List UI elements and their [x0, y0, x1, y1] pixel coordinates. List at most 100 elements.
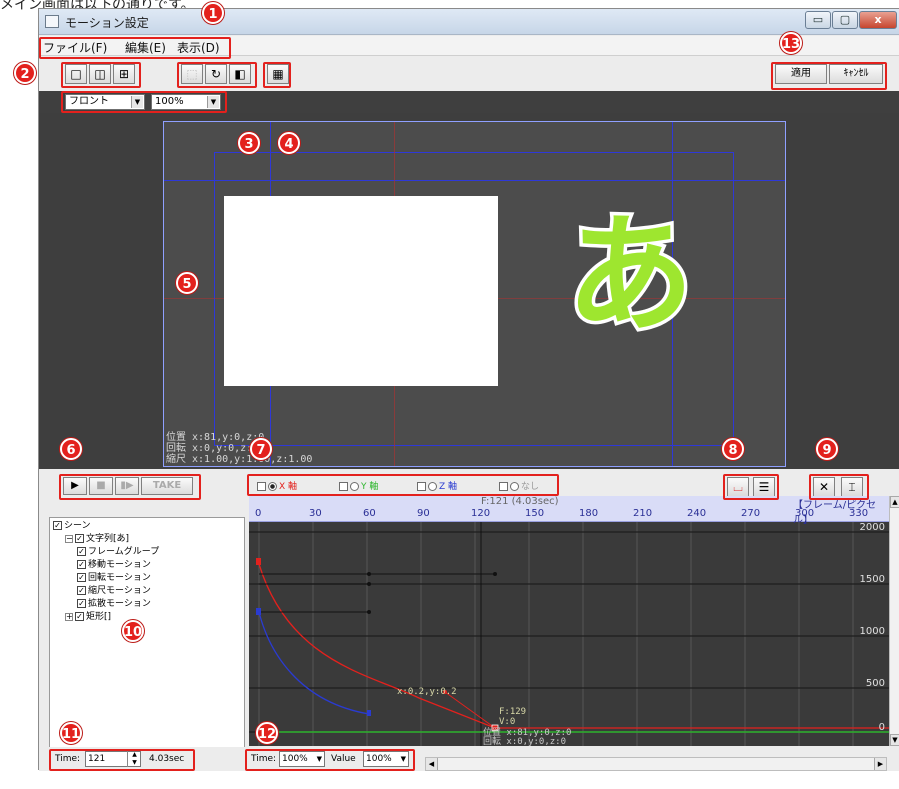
checkbox[interactable]: ✓: [77, 573, 86, 582]
z-axis-curve: [258, 611, 370, 715]
graph-horizontal-scrollbar[interactable]: ◀ ▶: [425, 757, 887, 771]
annotation-box-curve: [723, 474, 779, 500]
callout-3: 3: [238, 132, 260, 154]
annotation-box-select: [61, 91, 227, 113]
app-icon: [45, 15, 59, 28]
annotation-box-playback: [59, 474, 201, 500]
keyframe-z-start[interactable]: [256, 608, 261, 615]
tree-item[interactable]: ✓ 回転モーション: [53, 572, 241, 585]
ruler-tick-label: 330: [849, 508, 869, 519]
tree-item-label: 矩形[]: [86, 612, 112, 622]
checkbox[interactable]: ✓: [75, 612, 84, 621]
callout-9: 9: [816, 438, 838, 460]
ruler-tick-label: 60: [363, 508, 376, 519]
keyframe-x-start[interactable]: [256, 558, 261, 565]
keyframe-z-end[interactable]: [367, 710, 371, 716]
object-tree[interactable]: ✓ シーン − ✓ 文字列[あ] ✓ フレームグループ ✓ 移動モーション ✓ 回転モーション ✓ 縮尺…: [49, 517, 245, 749]
checkbox[interactable]: ✓: [53, 521, 62, 530]
motion-graph[interactable]: F:121 (4.03sec) 【フレーム/ピクセル】 0 30 60 90 120 15…: [249, 496, 889, 746]
timeline-ruler[interactable]: F:121 (4.03sec) 【フレーム/ピクセル】 0 30 60 90 120 15…: [249, 496, 889, 526]
ruler-tick-label: 0: [255, 508, 262, 519]
tree-item-label: フレームグループ: [88, 547, 160, 557]
ruler-tick-label: 210: [633, 508, 653, 519]
annotation-box-menu: [39, 37, 231, 59]
tree-item-label: 回転モーション: [88, 573, 151, 583]
y-axis-label: 1000: [860, 626, 885, 637]
annotation-box-view: [177, 62, 257, 88]
key-point[interactable]: [367, 582, 371, 586]
callout-2: 2: [14, 62, 36, 84]
coord-rotation: 回転 x:0,y:0,z:0: [166, 443, 259, 454]
callout-8: 8: [722, 438, 744, 460]
y-axis-label: 2000: [860, 522, 885, 533]
preview-canvas[interactable]: あ 位置 x:81,y:0,z:0 回転 x:0,y:0,z:0 縮尺 x:1.…: [163, 121, 786, 467]
checkbox[interactable]: ✓: [77, 547, 86, 556]
tree-item[interactable]: ✓ 移動モーション: [53, 559, 241, 572]
viewport-coords: 位置 x:81,y:0,z:0 回転 x:0,y:0,z:0 縮尺 x:1.00…: [166, 432, 312, 465]
ruler-tick-label: 120: [471, 508, 491, 519]
close-button[interactable]: x: [859, 11, 897, 29]
guide-line: [164, 180, 785, 181]
key-value-label: V:0: [499, 717, 515, 727]
collapse-icon[interactable]: −: [65, 534, 73, 543]
scroll-right-icon[interactable]: ▶: [874, 758, 886, 770]
annotation-box-layout: [61, 62, 141, 88]
callout-10: 10: [122, 620, 144, 642]
annotation-box-checker: [263, 62, 291, 88]
annotation-box-scale: [245, 749, 415, 771]
ruler-tick-label: 240: [687, 508, 707, 519]
callout-13: 13: [780, 32, 802, 54]
maximize-button[interactable]: ▢: [832, 11, 858, 29]
ruler-tick-label: 270: [741, 508, 761, 519]
ruler-tick-label: 90: [417, 508, 430, 519]
preview-viewport[interactable]: あ 位置 x:81,y:0,z:0 回転 x:0,y:0,z:0 縮尺 x:1.…: [39, 113, 899, 469]
tree-item[interactable]: ✓ シーン: [53, 520, 241, 533]
ruler-tick-label: 30: [309, 508, 322, 519]
scroll-left-icon[interactable]: ◀: [426, 758, 438, 770]
current-frame-label: F:121 (4.03sec): [481, 496, 559, 507]
toolbar: □ ◫ ⊞ ⬚ ↻ ◧ ▦ 適用 ｷｬﾝｾﾙ: [39, 57, 899, 91]
minimize-button[interactable]: ▭: [805, 11, 831, 29]
expand-icon[interactable]: +: [65, 612, 73, 621]
tree-list: ✓ シーン − ✓ 文字列[あ] ✓ フレームグループ ✓ 移動モーション ✓ 回転モーション ✓ 縮尺…: [50, 518, 244, 626]
callout-5: 5: [176, 272, 198, 294]
coord-position: 位置 x:81,y:0,z:0: [166, 432, 265, 443]
tree-item[interactable]: − ✓ 文字列[あ]: [53, 533, 241, 546]
motion-settings-window: モーション設定 ▭ ▢ x ファイル(F) 編集(E) 表示(D) □ ◫ ⊞ …: [38, 8, 899, 771]
ruler-tick-label: 300: [795, 508, 815, 519]
bezier-handle-line: [444, 691, 496, 729]
ruler-tick-label: 150: [525, 508, 545, 519]
callout-4: 4: [278, 132, 300, 154]
checkbox[interactable]: ✓: [75, 534, 84, 543]
tree-item-label: 文字列[あ]: [86, 534, 130, 544]
callout-11: 11: [60, 722, 82, 744]
checkbox[interactable]: ✓: [77, 586, 86, 595]
tree-item[interactable]: ✓ フレームグループ: [53, 546, 241, 559]
tree-item[interactable]: + ✓ 矩形[]: [53, 611, 241, 624]
ruler-tick-label: 180: [579, 508, 599, 519]
key-point[interactable]: [367, 572, 371, 576]
tree-item[interactable]: ✓ 縮尺モーション: [53, 585, 241, 598]
scroll-up-icon[interactable]: ▲: [890, 496, 899, 508]
rectangle-object[interactable]: [224, 196, 498, 386]
callout-1: 1: [202, 2, 224, 24]
graph-vertical-scrollbar[interactable]: ▲ ▼: [889, 496, 899, 746]
key-coord-rotation: 回転 x:0,y:0,z:0: [483, 736, 566, 746]
checkbox[interactable]: ✓: [77, 560, 86, 569]
key-point[interactable]: [367, 610, 371, 614]
y-axis-label: 0: [879, 722, 885, 733]
y-axis-label: 1500: [860, 574, 885, 585]
callout-12: 12: [256, 722, 278, 744]
checkbox[interactable]: ✓: [77, 599, 86, 608]
key-frame-label: F:129: [499, 707, 526, 717]
tree-item[interactable]: ✓ 拡散モーション: [53, 598, 241, 611]
callout-7: 7: [250, 438, 272, 460]
coord-scale: 縮尺 x:1.00,y:1.00,z:1.00: [166, 454, 313, 465]
callout-6: 6: [60, 438, 82, 460]
annotation-box-keys: [809, 474, 869, 500]
character-object[interactable]: あ: [562, 208, 697, 343]
curve-plot[interactable]: x:0.2,y:0.2 F:129 V:0 位置 x:81,y:0,z:0 回転…: [249, 522, 889, 746]
title-bar: モーション設定 ▭ ▢ x: [39, 9, 899, 35]
scroll-down-icon[interactable]: ▼: [890, 734, 899, 746]
key-point[interactable]: [493, 572, 497, 576]
